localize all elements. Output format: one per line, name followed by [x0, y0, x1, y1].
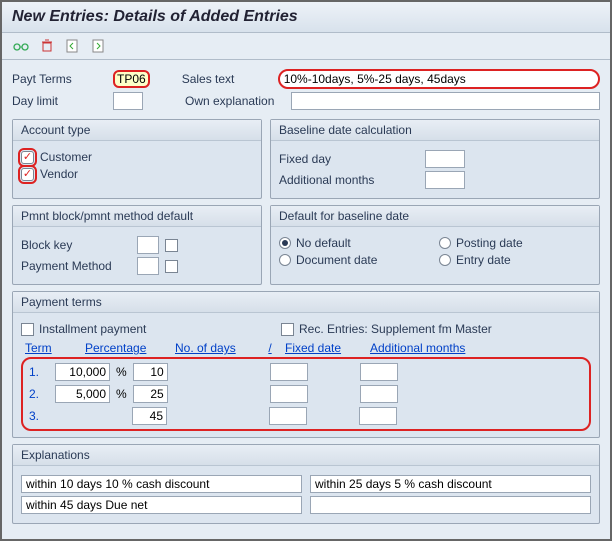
rec-entries-label: Rec. Entries: Supplement fm Master	[299, 322, 492, 336]
block-key-checkbox[interactable]	[165, 239, 178, 252]
installment-checkbox[interactable]	[21, 323, 34, 336]
pmnt-block-title: Pmnt block/pmnt method default	[13, 206, 261, 227]
explanation-line[interactable]	[21, 475, 302, 493]
sales-text-input[interactable]: 10%-10days, 5%-25 days, 45days	[278, 69, 600, 89]
addm-input[interactable]	[360, 363, 398, 381]
page-title: New Entries: Details of Added Entries	[2, 2, 610, 33]
entry-date-radio[interactable]	[439, 254, 451, 266]
term-header: Term Percentage No. of days / Fixed date…	[21, 339, 591, 357]
term-row: 2. %	[23, 383, 589, 405]
payment-terms-title: Payment terms	[13, 292, 599, 313]
prev-icon[interactable]	[64, 37, 82, 55]
addm-input[interactable]	[360, 385, 398, 403]
term-row: 3.	[23, 405, 589, 427]
days-input[interactable]	[133, 385, 168, 403]
next-icon[interactable]	[90, 37, 108, 55]
term-table: 1. % 2. %	[21, 357, 591, 431]
sales-text-label: Sales text	[182, 72, 272, 86]
document-date-label: Document date	[296, 253, 377, 267]
explanation-line[interactable]	[310, 496, 591, 514]
toolbar	[2, 33, 610, 60]
own-explanation-input[interactable]	[291, 92, 600, 110]
block-key-label: Block key	[21, 238, 131, 252]
document-date-radio[interactable]	[279, 254, 291, 266]
pct-input[interactable]	[55, 385, 110, 403]
delete-icon[interactable]	[38, 37, 56, 55]
posting-date-radio[interactable]	[439, 237, 451, 249]
payt-terms-input[interactable]: TP06	[113, 70, 150, 88]
payment-method-input[interactable]	[137, 257, 159, 275]
block-key-input[interactable]	[137, 236, 159, 254]
explanation-line[interactable]	[21, 496, 302, 514]
addm-input[interactable]	[359, 407, 397, 425]
payment-method-label: Payment Method	[21, 259, 131, 273]
days-input[interactable]	[132, 407, 167, 425]
row-num: 3.	[29, 409, 49, 423]
additional-months-input[interactable]	[425, 171, 465, 189]
day-limit-input[interactable]	[113, 92, 143, 110]
row-num: 1.	[29, 365, 49, 379]
customer-label: Customer	[40, 150, 92, 164]
no-default-radio[interactable]	[279, 237, 291, 249]
baseline-calc-title: Baseline date calculation	[271, 120, 599, 141]
customer-checkbox[interactable]	[21, 151, 34, 164]
fixed-day-input[interactable]	[425, 150, 465, 168]
row-num: 2.	[29, 387, 49, 401]
vendor-checkbox[interactable]	[21, 168, 34, 181]
rec-entries-checkbox[interactable]	[281, 323, 294, 336]
posting-date-label: Posting date	[456, 236, 523, 250]
additional-months-label: Additional months	[279, 173, 419, 187]
term-row: 1. %	[23, 361, 589, 383]
explanations-title: Explanations	[13, 445, 599, 466]
explanation-line[interactable]	[310, 475, 591, 493]
entry-date-label: Entry date	[456, 253, 511, 267]
day-limit-label: Day limit	[12, 94, 107, 108]
fixed-day-label: Fixed day	[279, 152, 419, 166]
days-input[interactable]	[133, 363, 168, 381]
no-default-label: No default	[296, 236, 351, 250]
pct-input[interactable]	[55, 363, 110, 381]
payt-terms-label: Payt Terms	[12, 72, 107, 86]
fixed-input[interactable]	[270, 385, 308, 403]
fixed-input[interactable]	[270, 363, 308, 381]
fixed-input[interactable]	[269, 407, 307, 425]
glasses-icon[interactable]	[12, 37, 30, 55]
installment-label: Installment payment	[39, 322, 146, 336]
account-type-title: Account type	[13, 120, 261, 141]
own-explanation-label: Own explanation	[185, 94, 285, 108]
default-baseline-title: Default for baseline date	[271, 206, 599, 227]
vendor-label: Vendor	[40, 167, 78, 181]
payment-method-checkbox[interactable]	[165, 260, 178, 273]
